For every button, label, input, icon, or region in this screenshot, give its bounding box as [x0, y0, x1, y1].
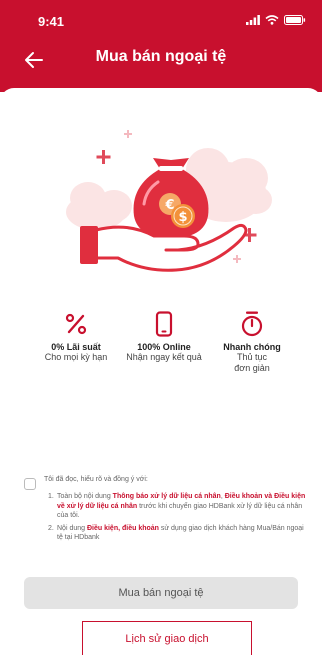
feature-title: 0% Lãi suất [51, 342, 101, 352]
status-bar: 9:41 [0, 0, 322, 40]
svg-text:$: $ [178, 210, 187, 225]
terms-text: Nội dung [57, 524, 87, 532]
list-number: 1. [48, 493, 54, 500]
terms-item-1: 1. Toàn bộ nội dung Thông báo xử lý dữ l… [48, 492, 310, 521]
feature-desc: Cho mọi kỳ hạn [44, 352, 108, 362]
stopwatch-icon [241, 311, 263, 337]
terms-intro: Tôi đã đọc, hiểu rõ và đồng ý với: [44, 476, 148, 483]
app-header: 9:41 Mua bán ngoại tệ [0, 0, 322, 92]
feature-title: 100% Online [137, 342, 191, 352]
nav-bar: Mua bán ngoại tệ [0, 40, 322, 80]
signal-icon [246, 15, 260, 25]
dollar-coin-icon: $ [171, 204, 195, 228]
percent-icon [65, 313, 87, 335]
terms-item-2: 2. Nội dung Điều kiện, điều khoản sử dụn… [48, 524, 310, 543]
feature-desc: Thủ tục [236, 352, 267, 362]
money-bag-hand-illustration: € $ [66, 130, 272, 272]
status-time: 9:41 [38, 14, 65, 29]
feature-fast: Nhanh chóng Thủ tục đơn giản [204, 310, 300, 374]
feature-title: Nhanh chóng [223, 342, 281, 352]
cloud-left-icon [66, 182, 132, 230]
feature-desc: Nhận ngay kết quả [126, 352, 202, 362]
feature-online: 100% Online Nhận ngay kết quả [116, 310, 212, 363]
page-title: Mua bán ngoại tệ [95, 48, 227, 65]
feature-list: 0% Lãi suất Cho mọi kỳ hạn 100% Online N… [20, 310, 308, 390]
privacy-notice-link[interactable]: Thông báo xử lý dữ liệu cá nhân [113, 493, 221, 500]
list-number: 2. [48, 524, 54, 532]
feature-desc: đơn giản [234, 363, 270, 373]
battery-icon [284, 15, 306, 25]
transaction-history-button[interactable]: Lịch sử giao dịch [82, 621, 252, 655]
wifi-icon [265, 15, 279, 25]
status-icons [246, 15, 306, 25]
feature-interest: 0% Lãi suất Cho mọi kỳ hạn [28, 310, 124, 363]
smartphone-icon [155, 311, 173, 337]
agree-checkbox[interactable] [24, 478, 36, 490]
terms-list: 1. Toàn bộ nội dung Thông báo xử lý dữ l… [48, 492, 310, 546]
terms-text: Toàn bộ nội dung [57, 493, 113, 500]
conditions-link[interactable]: Điều kiện, điều khoản [87, 525, 159, 532]
buy-sell-button[interactable]: Mua bán ngoại tệ [24, 577, 298, 609]
